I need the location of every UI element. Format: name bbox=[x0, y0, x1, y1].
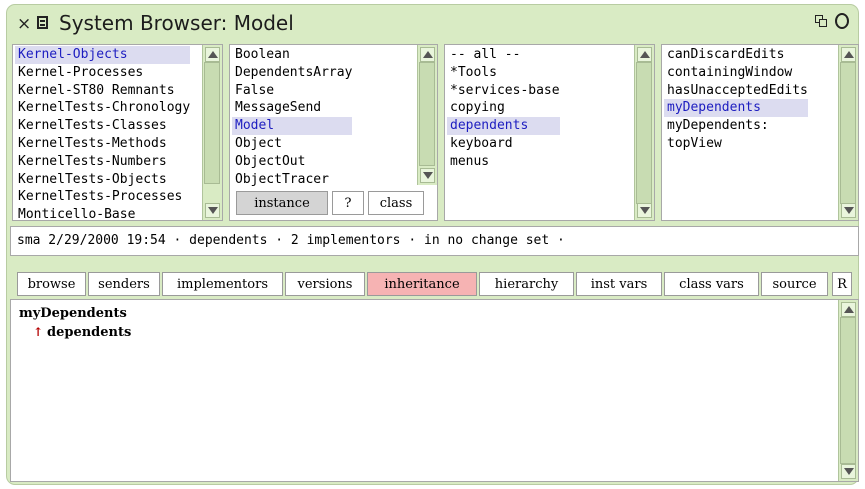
protocol-list[interactable]: -- all -- *Tools *services-base copying depe… bbox=[447, 46, 560, 171]
code-line-selector: myDependents bbox=[19, 306, 127, 321]
senders-button[interactable]: senders bbox=[88, 272, 160, 296]
code-line-return: ↑ dependents bbox=[33, 325, 132, 340]
r-button[interactable]: R bbox=[832, 272, 852, 296]
inst-vars-button[interactable]: inst vars bbox=[576, 272, 662, 296]
collapse-icon[interactable] bbox=[815, 15, 828, 28]
list-item[interactable]: hasUnacceptedEdits bbox=[664, 82, 808, 100]
scroll-thumb[interactable] bbox=[636, 62, 652, 204]
scroll-up-icon[interactable] bbox=[420, 47, 435, 62]
close-icon[interactable]: × bbox=[17, 14, 31, 34]
scroll-thumb[interactable] bbox=[840, 317, 856, 464]
list-item[interactable]: canDiscardEdits bbox=[664, 46, 808, 64]
scroll-up-icon[interactable] bbox=[637, 47, 652, 62]
list-item[interactable]: KernelTests-Numbers bbox=[15, 153, 190, 171]
list-item[interactable]: KernelTests-Processes bbox=[15, 188, 190, 206]
browse-button[interactable]: browse bbox=[17, 272, 86, 296]
scroll-down-icon[interactable] bbox=[420, 168, 435, 183]
list-item[interactable]: Kernel-Objects bbox=[15, 46, 191, 64]
list-item[interactable]: Boolean bbox=[232, 46, 352, 64]
method-info-line: sma 2/29/2000 19:54 · dependents · 2 imp… bbox=[10, 226, 859, 256]
list-item[interactable]: Monticello-Base bbox=[15, 206, 190, 220]
return-arrow-icon: ↑ bbox=[33, 325, 44, 339]
scroll-thumb[interactable] bbox=[204, 62, 220, 184]
list-item[interactable]: Kernel-Processes bbox=[15, 64, 190, 82]
category-scrollbar[interactable] bbox=[202, 45, 222, 220]
list-item[interactable]: KernelTests-Objects bbox=[15, 171, 190, 189]
protocol-list-pane[interactable]: -- all -- *Tools *services-base copying depe… bbox=[444, 44, 655, 221]
list-item[interactable]: KernelTests-Classes bbox=[15, 117, 190, 135]
class-toggle-button[interactable]: class bbox=[368, 191, 424, 215]
list-item[interactable]: KernelTests-Chronology bbox=[15, 99, 190, 117]
versions-button[interactable]: versions bbox=[285, 272, 365, 296]
scroll-down-icon[interactable] bbox=[205, 203, 220, 218]
instance-toggle-button[interactable]: instance bbox=[236, 191, 328, 215]
list-item[interactable]: KernelTests-Methods bbox=[15, 135, 190, 153]
code-scrollbar[interactable] bbox=[838, 300, 858, 481]
class-toggle-row: instance ? class bbox=[236, 191, 432, 215]
list-item[interactable]: MessageSend bbox=[232, 99, 352, 117]
category-list-pane[interactable]: Kernel-Objects Kernel-Processes Kernel-ST8… bbox=[12, 44, 223, 221]
list-item[interactable]: *services-base bbox=[447, 82, 560, 100]
hierarchy-button[interactable]: hierarchy bbox=[479, 272, 574, 296]
scroll-down-icon[interactable] bbox=[637, 203, 652, 218]
list-item[interactable]: ObjectOut bbox=[232, 153, 352, 171]
scroll-down-icon[interactable] bbox=[841, 203, 856, 218]
list-item[interactable]: myDependents bbox=[664, 99, 808, 118]
window-title: System Browser: Model bbox=[59, 11, 294, 35]
inheritance-button[interactable]: inheritance bbox=[367, 272, 477, 296]
protocol-scrollbar[interactable] bbox=[634, 45, 654, 220]
scroll-up-icon[interactable] bbox=[205, 47, 220, 62]
class-list[interactable]: Boolean DependentsArray False MessageSend Mo… bbox=[232, 46, 353, 189]
list-item[interactable]: Object bbox=[232, 135, 352, 153]
scroll-thumb[interactable] bbox=[419, 62, 435, 166]
scroll-up-icon[interactable] bbox=[841, 47, 856, 62]
scroll-up-icon[interactable] bbox=[841, 302, 856, 317]
list-item[interactable]: containingWindow bbox=[664, 64, 808, 82]
list-item[interactable]: copying bbox=[447, 99, 560, 117]
list-item[interactable]: keyboard bbox=[447, 135, 560, 153]
class-list-pane[interactable]: Boolean DependentsArray False MessageSend Mo… bbox=[229, 44, 438, 221]
method-scrollbar[interactable] bbox=[838, 45, 858, 220]
list-item[interactable]: myDependents: bbox=[664, 117, 808, 135]
title-bar[interactable]: × System Browser: Model bbox=[7, 5, 858, 41]
list-item[interactable]: ObjectTracer bbox=[232, 171, 352, 189]
class-scrollbar[interactable] bbox=[417, 45, 437, 185]
window-menu-icon[interactable] bbox=[37, 16, 48, 29]
expand-icon[interactable] bbox=[835, 13, 849, 29]
implementors-button[interactable]: implementors bbox=[162, 272, 283, 296]
list-item[interactable]: dependents bbox=[447, 117, 560, 135]
source-button[interactable]: source bbox=[761, 272, 828, 296]
scroll-down-icon[interactable] bbox=[841, 464, 856, 479]
scroll-thumb[interactable] bbox=[840, 62, 856, 204]
help-button[interactable]: ? bbox=[332, 191, 364, 215]
list-item[interactable]: -- all -- bbox=[447, 46, 560, 64]
list-item[interactable]: Kernel-ST80 Remnants bbox=[15, 82, 190, 100]
class-vars-button[interactable]: class vars bbox=[664, 272, 759, 296]
list-item[interactable]: Model bbox=[232, 117, 353, 135]
list-item[interactable]: False bbox=[232, 82, 352, 100]
code-pane[interactable]: myDependents ↑ dependents bbox=[10, 299, 859, 482]
list-item[interactable]: topView bbox=[664, 135, 808, 153]
list-item[interactable]: *Tools bbox=[447, 64, 560, 82]
method-list[interactable]: canDiscardEdits containingWindow hasUnacce… bbox=[664, 46, 808, 153]
code-return-expression: dependents bbox=[47, 325, 132, 340]
method-list-pane[interactable]: canDiscardEdits containingWindow hasUnacce… bbox=[661, 44, 859, 221]
category-list[interactable]: Kernel-Objects Kernel-Processes Kernel-ST8… bbox=[15, 46, 191, 220]
list-item[interactable]: menus bbox=[447, 153, 560, 171]
list-item[interactable]: DependentsArray bbox=[232, 64, 352, 82]
